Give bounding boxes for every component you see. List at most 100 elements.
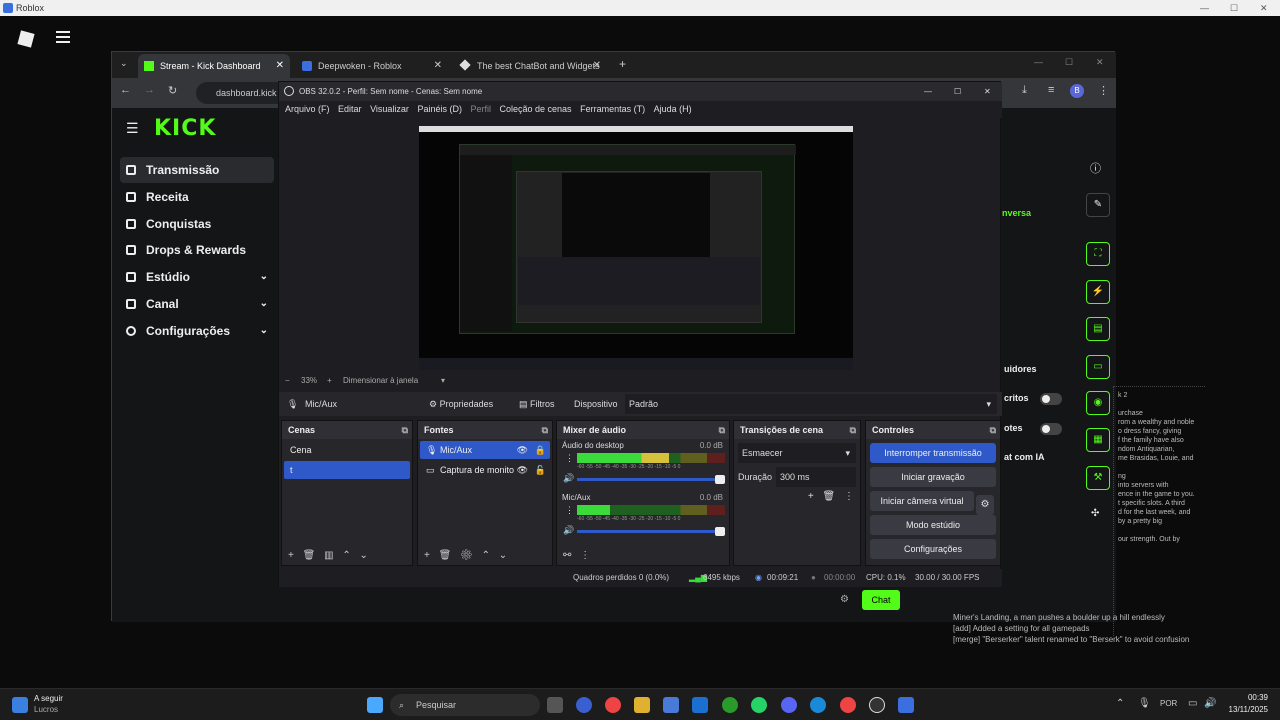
nav-transmissao[interactable]: Transmissão (120, 157, 274, 183)
chevron-up-icon[interactable]: ⌃ (1116, 698, 1124, 709)
zoom-in-icon[interactable]: + (327, 374, 332, 388)
minimize-icon[interactable]: — (924, 82, 932, 101)
language-indicator[interactable]: POR (1160, 699, 1177, 708)
close-icon[interactable]: ✕ (1096, 57, 1104, 68)
menu-colecao[interactable]: Coleção de cenas (500, 101, 572, 118)
apps-icon[interactable]: ✣ (1091, 508, 1099, 519)
menu-arquivo[interactable]: Arquivo (F) (285, 101, 330, 118)
fullscreen-icon[interactable]: ⛶ (1086, 242, 1110, 266)
edge-icon[interactable] (810, 697, 826, 713)
whatsapp-icon[interactable] (751, 697, 767, 713)
forward-icon[interactable]: → (144, 84, 155, 96)
eye-icon[interactable]: 👁 (517, 441, 528, 459)
media-icon[interactable]: ≡ (1048, 84, 1054, 96)
chat-settings-icon[interactable]: ⚙ (840, 594, 849, 605)
obs-preview[interactable] (419, 126, 853, 370)
speaker-icon[interactable]: 🔊 (563, 525, 574, 536)
inscritos-toggle[interactable] (1040, 393, 1062, 405)
source-item[interactable]: 🎙 Mic/Aux 👁 🔒 (420, 441, 550, 459)
menu-dots-icon[interactable]: ⋮ (565, 505, 574, 516)
unlock-icon[interactable]: 🔓 (535, 461, 546, 479)
studio-mode-button[interactable]: Modo estúdio (870, 515, 996, 535)
volume-slider[interactable] (577, 527, 725, 536)
network-icon[interactable]: ▭ (1188, 698, 1197, 709)
clock-time[interactable]: 00:39 (1232, 693, 1268, 702)
gear-icon[interactable]: ⚙ (460, 550, 473, 561)
lock-icon[interactable]: 🔒 (535, 441, 546, 459)
weather-widget[interactable]: A seguir Lucros (12, 693, 92, 717)
tab-kick-dashboard[interactable]: Stream - Kick Dashboard ✕ (138, 54, 290, 78)
mic-icon[interactable]: 🎙 (1138, 698, 1151, 709)
layout-icon[interactable]: ▦ (1086, 428, 1110, 452)
edit-icon[interactable]: ✎ (1086, 193, 1110, 217)
nav-configuracoes[interactable]: Configurações ⌄ (120, 318, 274, 344)
nav-drops[interactable]: Drops & Rewards (120, 237, 274, 263)
menu-paineis[interactable]: Painéis (D) (417, 101, 462, 118)
add-icon[interactable]: + (808, 491, 814, 502)
calculator-icon[interactable] (663, 697, 679, 713)
close-tab-icon[interactable]: ✕ (593, 54, 601, 78)
duration-input[interactable]: 300 ms (776, 467, 856, 487)
virtual-camera-button[interactable]: Iniciar câmera virtual (870, 491, 974, 511)
undock-icon[interactable]: ⧉ (402, 421, 408, 439)
notes-toggle[interactable] (1040, 423, 1062, 435)
discord-icon[interactable] (781, 697, 797, 713)
down-icon[interactable]: ⌄ (360, 550, 368, 561)
minimize-icon[interactable]: — (1200, 0, 1209, 16)
chevron-down-icon[interactable]: ▾ (441, 374, 445, 388)
nav-receita[interactable]: Receita (120, 184, 274, 210)
more-icon[interactable]: ⋮ (1098, 84, 1109, 97)
explorer-icon[interactable] (634, 697, 650, 713)
source-item[interactable]: ▭ Captura de monito 👁 🔓 (420, 461, 550, 479)
scene-item[interactable]: t (284, 461, 410, 479)
trash-icon[interactable]: 🗑 (439, 550, 452, 561)
undock-icon[interactable]: ⧉ (990, 421, 996, 439)
add-icon[interactable]: + (288, 550, 294, 561)
trash-icon[interactable]: 🗑 (303, 550, 316, 561)
outlook-icon[interactable] (692, 697, 708, 713)
tab-deepwoken[interactable]: Deepwoken - Roblox ✕ (296, 54, 448, 78)
down-icon[interactable]: ⌄ (499, 550, 507, 561)
nav-conquistas[interactable]: Conquistas (120, 211, 274, 237)
menu-dots-icon[interactable]: ⋮ (565, 453, 574, 464)
add-icon[interactable]: + (424, 550, 430, 561)
download-icon[interactable]: ⤓ (1022, 84, 1027, 97)
info-icon[interactable]: ⓘ (1090, 160, 1101, 176)
start-icon[interactable] (367, 697, 383, 713)
nav-canal[interactable]: Canal ⌄ (120, 291, 274, 317)
reload-icon[interactable]: ↻ (168, 84, 177, 97)
back-icon[interactable]: ← (120, 84, 131, 96)
undock-icon[interactable]: ⧉ (850, 421, 856, 439)
new-tab-icon[interactable]: + (619, 57, 626, 71)
broadcast-icon[interactable]: ◉ (1086, 391, 1110, 415)
xbox-icon[interactable] (722, 697, 738, 713)
maximize-icon[interactable]: ☐ (954, 82, 961, 101)
virtual-camera-settings-icon[interactable]: ⚙ (976, 495, 994, 515)
filters-button[interactable]: ▤ Filtros (519, 392, 555, 416)
close-icon[interactable]: ✕ (1260, 0, 1268, 16)
close-tab-icon[interactable]: ✕ (434, 54, 442, 78)
start-recording-button[interactable]: Iniciar gravação (870, 467, 996, 487)
up-icon[interactable]: ⌃ (482, 550, 490, 561)
menu-ajuda[interactable]: Ajuda (H) (654, 101, 692, 118)
roblox-logo-icon[interactable] (17, 30, 35, 48)
tab-chatbot[interactable]: The best ChatBot and Widgets ✕ (455, 54, 607, 78)
profile-avatar[interactable]: B (1070, 84, 1084, 98)
clock-date[interactable]: 13/11/2025 (1222, 705, 1268, 714)
scene-item[interactable]: Cena (284, 441, 410, 459)
menu-dots-icon[interactable]: ⋮ (844, 491, 854, 502)
menu-perfil[interactable]: Perfil (470, 101, 491, 118)
roblox-icon[interactable] (898, 697, 914, 713)
menu-visualizar[interactable]: Visualizar (370, 101, 409, 118)
minimize-icon[interactable]: — (1034, 57, 1043, 67)
kick-logo[interactable]: KICK (154, 116, 216, 141)
zoom-mode[interactable]: Dimensionar à janela (343, 374, 418, 388)
settings-button[interactable]: Configurações (870, 539, 996, 559)
close-tab-icon[interactable]: ✕ (276, 54, 284, 78)
menu-dots-icon[interactable]: ⋮ (580, 550, 590, 561)
chat-icon[interactable]: ▭ (1086, 355, 1110, 379)
link-icon[interactable]: ⚯ (563, 550, 571, 561)
stop-stream-button[interactable]: Interromper transmissão (870, 443, 996, 463)
speaker-icon[interactable]: 🔊 (563, 473, 574, 484)
trash-icon[interactable]: 🗑 (823, 491, 836, 502)
